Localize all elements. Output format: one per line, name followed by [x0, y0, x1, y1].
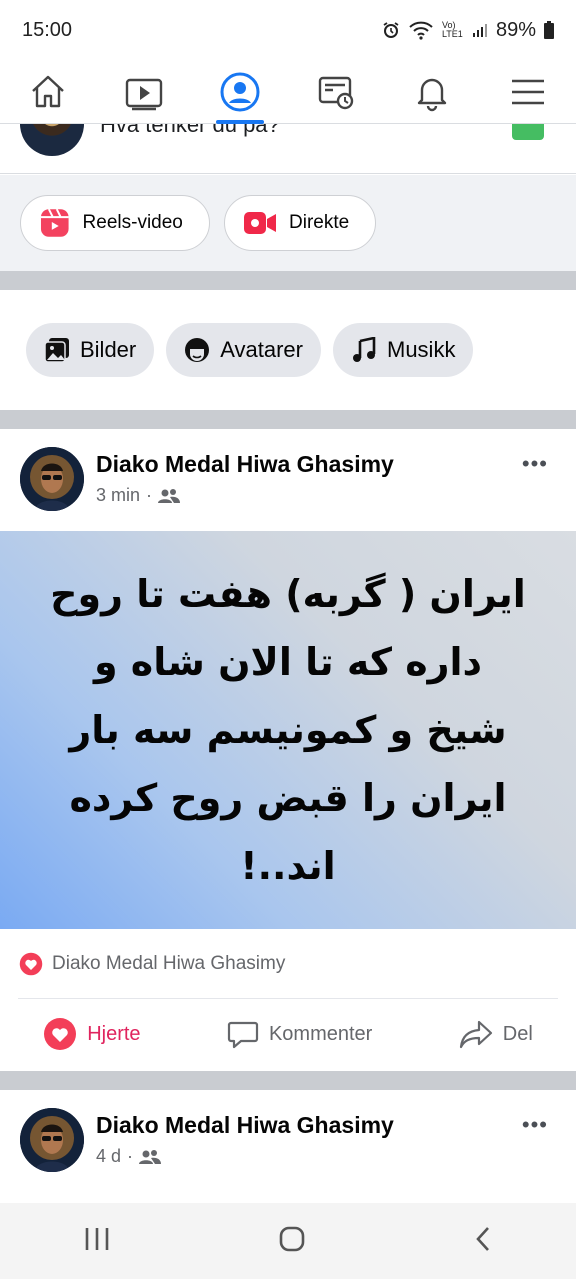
- chip-label: Avatarer: [220, 337, 303, 362]
- home-circle-icon: [279, 1226, 305, 1251]
- tab-profile[interactable]: [192, 60, 288, 124]
- post-meta: 4 d ·: [96, 1146, 162, 1167]
- battery-percent: 89%: [495, 18, 536, 41]
- more-options-icon[interactable]: •••: [522, 1112, 548, 1138]
- author-name[interactable]: Diako Medal Hiwa Ghasimy: [96, 451, 394, 478]
- photos-icon: [44, 338, 69, 363]
- tab-notifications[interactable]: [384, 60, 480, 124]
- heart-reaction-icon: [18, 950, 44, 977]
- feed-post: Diako Medal Hiwa Ghasimy 4 d · •••: [0, 1090, 576, 1203]
- tab-video[interactable]: [96, 60, 192, 124]
- recent-apps-icon: [86, 1227, 109, 1250]
- like-label: Hjerte: [87, 1022, 141, 1045]
- post-text: ایران ( گربه) هفت تا روح داره که تا الان…: [50, 572, 526, 888]
- composer-prompt[interactable]: Hva tenker du på?: [100, 124, 280, 138]
- profile-icon: [220, 72, 260, 111]
- chip-label: Bilder: [80, 337, 137, 362]
- wifi-icon: [409, 21, 433, 40]
- reels-icon: [40, 208, 69, 237]
- reactions-summary[interactable]: Diako Medal Hiwa Ghasimy: [18, 929, 558, 999]
- avatar: [20, 124, 84, 156]
- live-button[interactable]: Direkte: [224, 195, 376, 251]
- post-actions: Hjerte Kommenter Del: [0, 999, 576, 1069]
- back-button[interactable]: [473, 1225, 493, 1258]
- alarm-icon: [383, 22, 399, 38]
- live-label: Direkte: [289, 212, 350, 233]
- chip-music[interactable]: Musikk: [333, 323, 474, 377]
- divider: [0, 410, 576, 429]
- divider: [0, 271, 576, 290]
- feed-post: Diako Medal Hiwa Ghasimy 3 min · ••• ایر…: [0, 429, 576, 1071]
- reels-label: Reels-video: [82, 212, 183, 233]
- share-button[interactable]: Del: [459, 1019, 533, 1049]
- content-type-chips: Bilder Avatarer Musikk: [0, 290, 576, 410]
- status-bar: 15:00 Vo) LTE1 89%: [0, 0, 576, 60]
- back-chevron-icon: [475, 1226, 489, 1251]
- system-nav-bar: [0, 1203, 576, 1279]
- reacted-by: Diako Medal Hiwa Ghasimy: [52, 952, 286, 974]
- friends-audience-icon: [158, 488, 181, 503]
- author-avatar[interactable]: [20, 1108, 84, 1172]
- post-header: Diako Medal Hiwa Ghasimy 4 d · •••: [0, 1090, 576, 1192]
- create-row: Reels-video Direkte: [0, 175, 576, 271]
- signal-icon: [472, 24, 487, 37]
- post-composer[interactable]: Hva tenker du på?: [0, 124, 576, 174]
- music-note-icon: [353, 337, 376, 362]
- chip-avatars[interactable]: Avatarer: [166, 323, 321, 377]
- meta-separator: ·: [127, 1146, 134, 1166]
- comment-button[interactable]: Kommenter: [227, 1018, 372, 1050]
- video-icon: [125, 78, 163, 110]
- comment-icon: [227, 1021, 259, 1049]
- news-icon: [318, 76, 354, 109]
- friends-audience-icon: [139, 1149, 162, 1164]
- chip-photos[interactable]: Bilder: [26, 323, 155, 377]
- post-meta: 3 min ·: [96, 485, 181, 506]
- meta-separator: ·: [146, 485, 153, 505]
- post-time[interactable]: 4 d: [96, 1146, 121, 1167]
- photo-icon[interactable]: [512, 124, 544, 140]
- chip-label: Musikk: [387, 337, 456, 362]
- tab-news[interactable]: [288, 60, 384, 124]
- tab-home[interactable]: [0, 60, 96, 124]
- share-icon: [459, 1020, 492, 1049]
- post-time[interactable]: 3 min: [96, 485, 140, 506]
- battery-icon: [544, 21, 554, 39]
- more-options-icon[interactable]: •••: [522, 451, 548, 477]
- author-avatar[interactable]: [20, 447, 84, 511]
- menu-icon: [512, 79, 544, 104]
- main-nav: [0, 60, 576, 124]
- post-background-text: ایران ( گربه) هفت تا روح داره که تا الان…: [0, 531, 576, 929]
- post-header: Diako Medal Hiwa Ghasimy 3 min · •••: [0, 429, 576, 531]
- status-icons: Vo) LTE1 89%: [382, 19, 554, 42]
- tab-menu[interactable]: [480, 60, 576, 124]
- recent-apps-button[interactable]: [83, 1226, 111, 1257]
- network-label: Vo) LTE1: [441, 20, 463, 39]
- heart-icon: [44, 1018, 77, 1050]
- live-video-icon: [244, 212, 276, 234]
- home-system-button[interactable]: [278, 1225, 306, 1258]
- like-button[interactable]: Hjerte: [43, 1017, 141, 1051]
- home-icon: [32, 75, 64, 107]
- divider: [0, 1071, 576, 1090]
- status-time: 15:00: [22, 18, 73, 41]
- bell-icon: [417, 78, 447, 111]
- author-name[interactable]: Diako Medal Hiwa Ghasimy: [96, 1112, 394, 1139]
- reels-button[interactable]: Reels-video: [20, 195, 210, 251]
- comment-label: Kommenter: [268, 1022, 373, 1045]
- avatar-face-icon: [185, 338, 210, 362]
- share-label: Del: [502, 1022, 533, 1045]
